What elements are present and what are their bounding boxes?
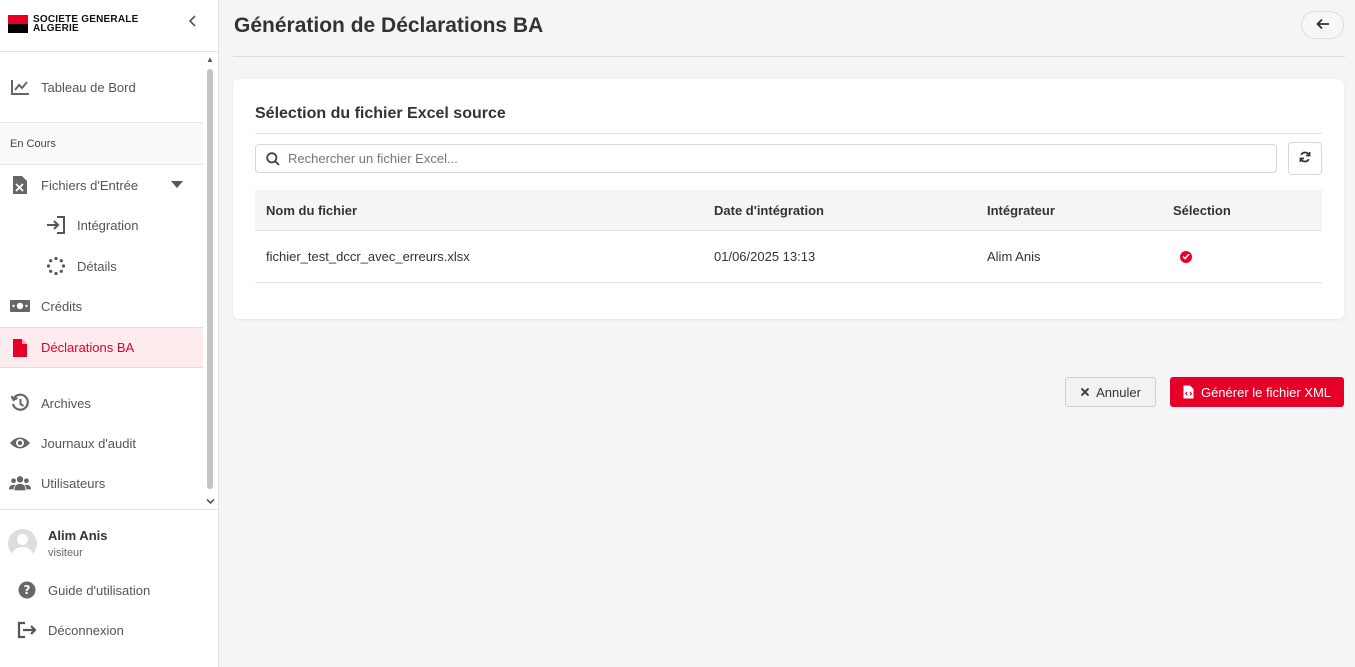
column-header-file: Nom du fichier [266, 202, 358, 218]
generate-xml-button[interactable]: Générer le fichier XML [1170, 377, 1344, 407]
check-circle-icon[interactable] [1180, 250, 1192, 263]
chevron-left-icon[interactable] [185, 13, 201, 33]
avatar [8, 529, 37, 558]
sync-icon [1299, 150, 1311, 168]
sign-in-icon [45, 214, 67, 236]
sidebar-item-tableau-de-bord[interactable]: Tableau de Bord [0, 67, 203, 107]
table-header: Nom du fichier Date d'intégration Intégr… [255, 190, 1322, 231]
sidebar-item-label: Crédits [41, 298, 83, 314]
cell-selection [1173, 231, 1192, 282]
users-icon [9, 472, 31, 494]
page-title: Génération de Déclarations BA [234, 14, 544, 37]
guide-label: Guide d'utilisation [48, 582, 151, 598]
back-button[interactable] [1301, 11, 1344, 39]
column-header-selection: Sélection [1173, 202, 1231, 218]
cell-integrator: Alim Anis [987, 249, 1041, 264]
arrow-left-icon [1315, 17, 1330, 34]
user-name: Alim Anis [48, 528, 108, 543]
scroll-up-icon[interactable]: ▲ [205, 55, 215, 65]
sign-out-icon [17, 620, 37, 640]
sidebar-item-credits[interactable]: Crédits [0, 286, 203, 326]
sidebar-item-label: Détails [77, 258, 117, 274]
sidebar-item-label: Journaux d'audit [41, 435, 136, 451]
logo-bar: SOCIETE GENERALE ALGERIE [0, 0, 218, 52]
brand-line-2: ALGERIE [33, 23, 79, 34]
sidebar-item-label: Fichiers d'Entrée [41, 177, 139, 193]
question-circle-icon: ? [17, 580, 37, 600]
sidebar-item-details[interactable]: Détails [0, 246, 203, 286]
table-row[interactable]: fichier_test_dccr_avec_erreurs.xlsx 01/0… [255, 231, 1322, 283]
column-header-integrator: Intégrateur [987, 202, 1055, 218]
file-excel-icon [9, 174, 31, 196]
user-panel: Alim Anis visiteur ? Guide d'utilisation… [0, 509, 219, 667]
generate-label: Générer le fichier XML [1200, 384, 1332, 400]
file-selection-card: Sélection du fichier Excel source Nom du… [233, 79, 1344, 319]
card-title: Sélection du fichier Excel source [255, 105, 506, 122]
cancel-button[interactable]: Annuler [1065, 377, 1156, 407]
sidebar-item-declarations-ba[interactable]: Déclarations BA [0, 327, 203, 368]
scroll-down-icon[interactable] [205, 498, 215, 508]
logout-label: Déconnexion [48, 622, 124, 638]
sidebar-item-fichiers-entree[interactable]: Fichiers d'Entrée [0, 165, 203, 205]
sidebar-item-label: Archives [41, 395, 91, 411]
search-icon [266, 151, 280, 166]
sidebar-item-label: Utilisateurs [41, 475, 106, 491]
sidebar-item-integration[interactable]: Intégration [0, 205, 203, 245]
svg-text:?: ? [24, 583, 31, 597]
scrollbar-thumb[interactable] [207, 69, 213, 489]
search-input[interactable] [288, 151, 1276, 166]
cell-file-name: fichier_test_dccr_avec_erreurs.xlsx [266, 249, 470, 264]
sidebar-item-utilisateurs[interactable]: Utilisateurs [0, 463, 203, 503]
spinner-icon [45, 255, 67, 277]
sidebar-item-label: Déclarations BA [41, 340, 135, 355]
file-code-icon [1183, 385, 1194, 399]
caret-down-icon [171, 181, 183, 188]
column-header-date: Date d'intégration [714, 202, 824, 218]
cancel-label: Annuler [1096, 384, 1141, 400]
guide-link[interactable]: ? Guide d'utilisation [0, 575, 219, 605]
eye-icon [9, 432, 31, 454]
chart-line-icon [9, 76, 31, 98]
files-table: Nom du fichier Date d'intégration Intégr… [255, 190, 1322, 283]
title-divider [233, 56, 1345, 57]
refresh-button[interactable] [1288, 142, 1322, 175]
sidebar-item-label: Intégration [77, 217, 139, 233]
main-content: Génération de Déclarations BA Sélection … [219, 0, 1355, 667]
sidebar-scrollbar[interactable]: ▲ [205, 55, 215, 508]
card-divider [255, 133, 1322, 134]
group-label-en-cours: En Cours [0, 122, 203, 165]
sidebar-nav: Tableau de Bord En Cours Fichiers d'Entr… [0, 52, 219, 510]
user-role: visiteur [48, 547, 83, 559]
money-bill-icon [9, 295, 31, 317]
close-icon [1080, 385, 1090, 400]
sidebar-item-label: Tableau de Bord [41, 79, 136, 95]
sidebar-item-journaux-audit[interactable]: Journaux d'audit [0, 423, 203, 463]
sidebar-item-archives[interactable]: Archives [0, 383, 203, 423]
sidebar: SOCIETE GENERALE ALGERIE Tableau de Bord… [0, 0, 219, 667]
cell-integration-date: 01/06/2025 13:13 [714, 249, 816, 264]
brand-logo [8, 15, 28, 33]
brand-name: SOCIETE GENERALE ALGERIE [33, 15, 138, 34]
logout-link[interactable]: Déconnexion [0, 615, 219, 645]
history-icon [9, 392, 31, 414]
file-icon [9, 337, 31, 359]
search-box [255, 144, 1277, 173]
